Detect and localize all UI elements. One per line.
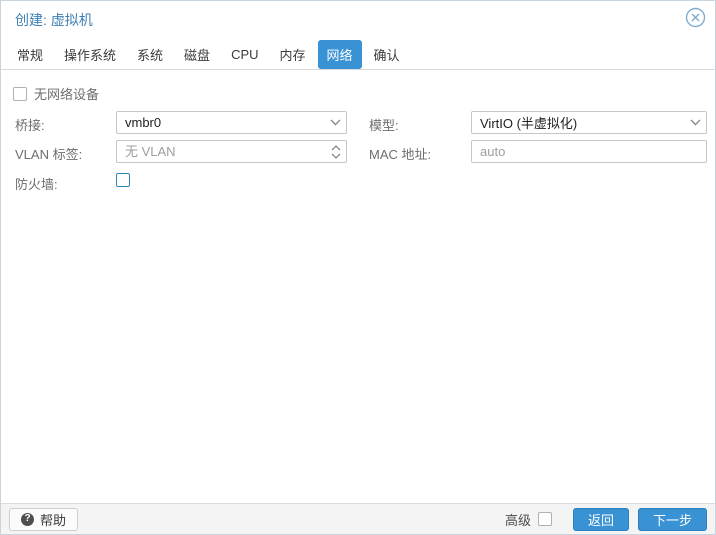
- create-vm-dialog: 创建: 虚拟机 常规 操作系统 系统 磁盘 CPU 内存 网络 确认 无网络设备…: [0, 0, 716, 535]
- mac-address-label: MAC 地址:: [369, 147, 432, 162]
- chevron-down-icon[interactable]: [330, 112, 341, 133]
- help-button[interactable]: ? 帮助: [9, 507, 79, 531]
- footer-actions: 高级 返回 下一步: [504, 507, 707, 531]
- tab-cpu[interactable]: CPU: [222, 42, 267, 67]
- no-network-device-label: 无网络设备: [34, 87, 100, 102]
- bridge-input[interactable]: [117, 112, 346, 133]
- model-combobox[interactable]: [471, 111, 707, 134]
- question-circle-icon: ?: [21, 512, 34, 526]
- close-icon[interactable]: [685, 7, 706, 28]
- tab-disks[interactable]: 磁盘: [175, 40, 219, 69]
- no-network-device-row: 无网络设备: [13, 84, 99, 103]
- tab-os[interactable]: 操作系统: [55, 40, 125, 69]
- advanced-checkbox[interactable]: [537, 512, 552, 526]
- tab-confirm[interactable]: 确认: [365, 40, 409, 69]
- vlan-tag-label: VLAN 标签:: [15, 147, 83, 162]
- advanced-label: 高级: [504, 512, 531, 528]
- no-network-device-checkbox[interactable]: [13, 86, 27, 101]
- next-button[interactable]: 下一步: [637, 507, 707, 531]
- dialog-title: 创建: 虚拟机: [15, 12, 93, 28]
- vlan-tag-input[interactable]: [117, 141, 346, 162]
- mac-address-field[interactable]: [471, 140, 707, 163]
- dialog-titlebar: 创建: 虚拟机: [1, 1, 715, 35]
- chevron-down-icon[interactable]: [690, 112, 701, 133]
- mac-address-input[interactable]: [472, 141, 706, 162]
- bridge-combobox[interactable]: [116, 111, 347, 134]
- firewall-checkbox[interactable]: [116, 173, 130, 187]
- network-form: 无网络设备 桥接: 模型: VLAN 标签: MAC: [1, 70, 715, 503]
- dialog-footer: ? 帮助 高级 返回 下一步: [1, 503, 715, 534]
- firewall-label: 防火墙:: [15, 177, 58, 192]
- tab-general[interactable]: 常规: [8, 40, 52, 69]
- spinner-up-down-icon[interactable]: [331, 141, 341, 162]
- vlan-tag-spinner[interactable]: [116, 140, 347, 163]
- wizard-tabbar: 常规 操作系统 系统 磁盘 CPU 内存 网络 确认: [1, 39, 715, 70]
- model-label: 模型:: [369, 118, 399, 133]
- help-button-label: 帮助: [40, 512, 67, 528]
- back-button[interactable]: 返回: [572, 507, 629, 531]
- bridge-label: 桥接:: [15, 118, 45, 133]
- tab-system[interactable]: 系统: [128, 40, 172, 69]
- tab-memory[interactable]: 内存: [271, 40, 315, 69]
- model-input[interactable]: [472, 112, 706, 133]
- tab-network[interactable]: 网络: [317, 39, 362, 69]
